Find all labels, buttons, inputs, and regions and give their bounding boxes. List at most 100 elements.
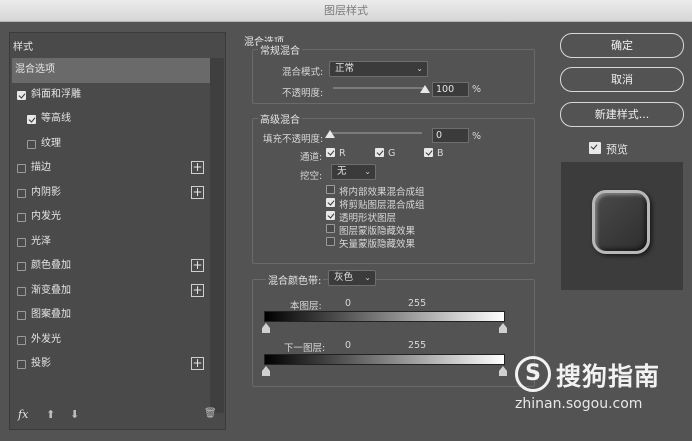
style-item[interactable]: 斜面和浮雕 (12, 83, 210, 108)
sogou-logo-icon: S (515, 356, 551, 392)
add-effect-icon[interactable]: + (191, 161, 204, 174)
advanced-option-checkbox[interactable] (326, 185, 335, 194)
style-item-checkbox[interactable] (17, 335, 26, 345)
style-item-checkbox[interactable] (17, 286, 26, 296)
move-up-icon[interactable]: ⬆ (46, 408, 55, 421)
underlying-layer-gradient (264, 354, 505, 365)
style-item-label: 光泽 (31, 235, 51, 247)
style-item-checkbox[interactable] (17, 311, 26, 320)
fx-button[interactable]: fx (18, 408, 28, 421)
style-item-checkbox[interactable] (27, 139, 36, 149)
fill-opacity-slider-track[interactable] (330, 132, 422, 134)
style-item-checkbox[interactable] (17, 90, 26, 100)
underlying-layer-label: 下一图层: (284, 343, 326, 354)
style-item-label: 外发光 (31, 333, 61, 345)
style-item-label: 投影 (31, 358, 51, 369)
advanced-option-label: 将内部效果混合成组 (339, 187, 425, 198)
style-item-label: 等高线 (41, 113, 71, 124)
style-item-checkbox[interactable] (17, 262, 26, 271)
move-down-icon[interactable]: ⬇ (70, 408, 79, 421)
opacity-slider-track[interactable] (333, 87, 425, 89)
style-item-label: 纹理 (41, 137, 61, 149)
this-layer-high-value: 255 (408, 298, 427, 309)
blend-mode-label: 混合模式: (282, 67, 324, 78)
style-item-label: 颜色叠加 (31, 260, 71, 271)
channel-label: G (388, 148, 396, 159)
cancel-button[interactable]: 取消 (560, 67, 684, 92)
styles-footer: fx ⬆ ⬇ 🗑 (12, 405, 224, 427)
style-item[interactable]: 颜色叠加 + (12, 254, 210, 279)
styles-panel: 样式 混合选项斜面和浮雕等高线纹理描边 + 内阴影 + 内发光光泽颜色叠加 + 渐变叠加 + 图… (9, 32, 226, 430)
opacity-unit: % (472, 84, 482, 95)
new-style-button[interactable]: 新建样式... (560, 102, 684, 127)
advanced-option-label: 矢量蒙版隐藏效果 (339, 239, 416, 250)
ok-button[interactable]: 确定 (560, 33, 684, 58)
style-item-checkbox[interactable] (17, 213, 26, 222)
fill-opacity-slider-handle[interactable] (325, 130, 335, 138)
style-item-checkbox[interactable] (17, 360, 26, 369)
style-item[interactable]: 混合选项 (12, 58, 210, 83)
style-item[interactable]: 纹理 (12, 132, 210, 157)
style-item[interactable]: 等高线 (12, 107, 210, 132)
style-item-label: 斜面和浮雕 (31, 88, 81, 100)
style-item[interactable]: 描边 + (12, 156, 210, 181)
trash-icon[interactable]: 🗑 (204, 408, 217, 419)
style-item[interactable]: 光泽 (12, 230, 210, 255)
fill-opacity-unit: % (472, 131, 482, 142)
channel-label: B (437, 148, 444, 159)
style-item-label: 图案叠加 (31, 309, 71, 320)
add-effect-icon[interactable]: + (191, 259, 204, 272)
underlying-layer-high-value: 255 (408, 340, 427, 351)
styles-header: 样式 (13, 42, 33, 53)
channel-checkbox[interactable] (375, 148, 384, 157)
watermark-brand: 搜狗指南 (556, 362, 661, 391)
this-layer-white-stop[interactable] (499, 323, 507, 333)
opacity-slider-handle[interactable] (420, 85, 430, 93)
style-item-checkbox[interactable] (17, 164, 26, 173)
chevron-down-icon: ⌄ (416, 64, 423, 73)
style-item-checkbox[interactable] (17, 188, 26, 198)
style-list-scrollbar[interactable] (210, 58, 224, 413)
style-item[interactable]: 内发光 (12, 205, 210, 230)
style-item-label: 描边 (31, 162, 51, 173)
blend-mode-value: 正常 (335, 63, 355, 74)
knockout-select[interactable]: 无 ⌄ (331, 164, 376, 180)
opacity-input[interactable]: 100 (432, 82, 469, 97)
underlying-layer-white-stop[interactable] (499, 366, 507, 376)
chevron-down-icon: ⌄ (364, 167, 371, 176)
add-effect-icon[interactable]: + (191, 283, 204, 297)
style-item-checkbox[interactable] (17, 237, 26, 247)
style-item-checkbox[interactable] (27, 115, 36, 124)
general-blending-legend: 常规混合 (258, 42, 302, 57)
advanced-option-checkbox[interactable] (326, 237, 335, 246)
advanced-option-checkbox[interactable] (326, 224, 335, 233)
this-layer-black-stop[interactable] (262, 323, 270, 333)
style-item[interactable]: 投影 + (12, 352, 210, 377)
add-effect-icon[interactable]: + (191, 357, 204, 370)
style-item[interactable]: 内阴影 + (12, 181, 210, 206)
style-item-label: 内发光 (31, 211, 61, 222)
blend-if-select[interactable]: 灰色 ⌄ (328, 270, 376, 286)
underlying-layer-black-stop[interactable] (262, 366, 270, 376)
add-effect-icon[interactable]: + (191, 185, 204, 199)
blend-if-label: 混合颜色带: (266, 272, 324, 287)
advanced-option-label: 透明形状图层 (339, 213, 397, 224)
advanced-option-checkbox[interactable] (326, 198, 335, 207)
style-item-label: 内阴影 (31, 186, 61, 198)
blend-mode-select[interactable]: 正常 ⌄ (329, 61, 428, 77)
channels-label: 通道: (300, 152, 323, 163)
style-item-label: 渐变叠加 (31, 284, 71, 296)
style-item[interactable]: 外发光 (12, 328, 210, 353)
fill-opacity-input[interactable]: 0 (432, 128, 469, 143)
advanced-option-checkbox[interactable] (326, 211, 335, 220)
channel-checkbox[interactable] (326, 148, 335, 157)
preview-checkbox[interactable] (589, 142, 601, 154)
this-layer-label: 本图层: (290, 301, 322, 312)
style-preview (561, 162, 683, 290)
advanced-option-label: 图层蒙版隐藏效果 (339, 226, 416, 237)
channel-checkbox[interactable] (424, 148, 433, 157)
this-layer-low-value: 0 (345, 298, 352, 309)
style-item[interactable]: 渐变叠加 + (12, 279, 210, 304)
chevron-down-icon: ⌄ (364, 273, 371, 282)
style-item[interactable]: 图案叠加 (12, 303, 210, 328)
